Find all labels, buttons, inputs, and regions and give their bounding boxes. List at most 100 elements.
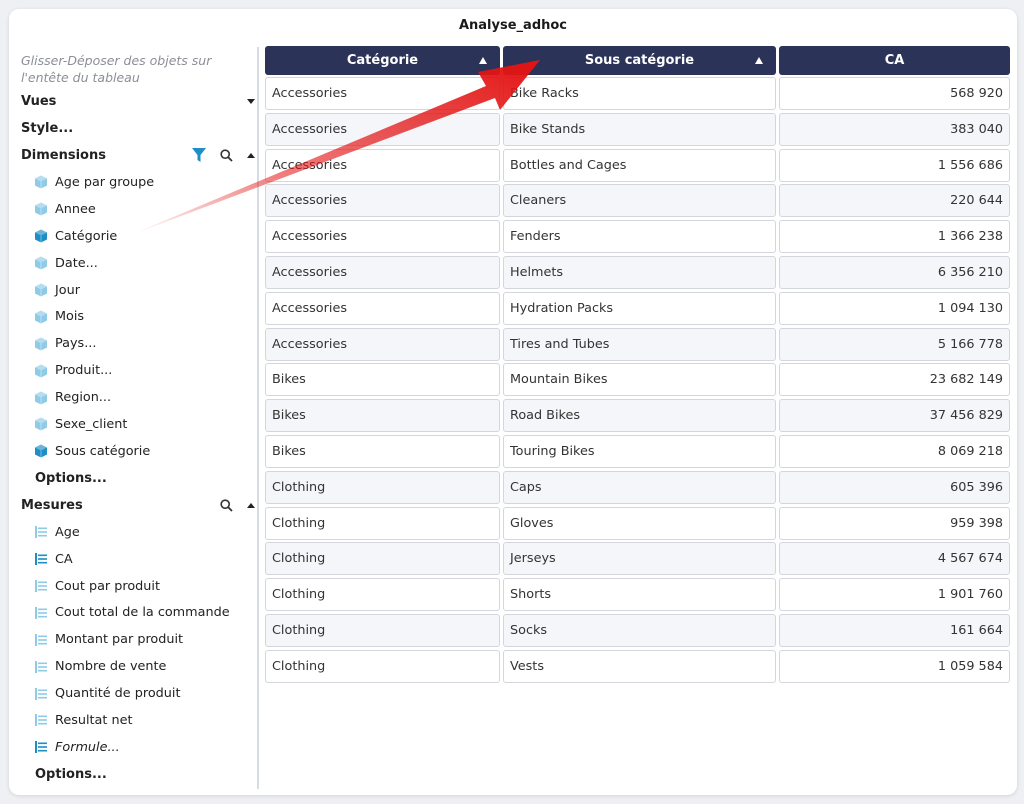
column-header-sous-categorie[interactable]: Sous catégorie <box>503 46 776 75</box>
cell-ca[interactable]: 161 664 <box>779 613 1010 647</box>
sidebar-item-label: Age par groupe <box>55 174 155 190</box>
cell-ca[interactable]: 8 069 218 <box>779 434 1010 468</box>
sidebar-item[interactable]: Jour <box>21 277 255 304</box>
sidebar-item[interactable]: Annee <box>21 196 255 223</box>
style-label: Style... <box>21 121 74 136</box>
cell-ca[interactable]: 6 356 210 <box>779 255 1010 289</box>
chevron-up-icon[interactable] <box>247 502 255 508</box>
cell-categorie[interactable]: Accessories <box>265 77 500 110</box>
cell-categorie[interactable]: Accessories <box>265 112 500 146</box>
table-row: Accessories Bike Stands 383 040 <box>265 112 1010 146</box>
section-mesures[interactable]: Mesures <box>21 492 255 519</box>
sidebar-item[interactable]: Age par groupe <box>21 169 255 196</box>
cell-categorie[interactable]: Bikes <box>265 363 500 397</box>
dimensions-options[interactable]: Options... <box>21 465 255 492</box>
sidebar-item[interactable]: Sexe_client <box>21 411 255 438</box>
cell-categorie[interactable]: Clothing <box>265 506 500 540</box>
cell-sous-categorie[interactable]: Gloves <box>503 506 776 540</box>
cell-ca[interactable]: 568 920 <box>779 77 1010 110</box>
sidebar-item[interactable]: Region... <box>21 384 255 411</box>
column-header-ca[interactable]: CA <box>779 46 1010 75</box>
cell-categorie[interactable]: Accessories <box>265 291 500 325</box>
chevron-up-icon[interactable] <box>247 153 255 158</box>
cell-sous-categorie[interactable]: Bottles and Cages <box>503 148 776 182</box>
cell-sous-categorie[interactable]: Shorts <box>503 578 776 612</box>
sidebar-item-label: Age <box>55 524 80 540</box>
mesures-label: Mesures <box>21 497 83 513</box>
cell-sous-categorie[interactable]: Fenders <box>503 220 776 254</box>
sidebar-item[interactable]: Nombre de vente <box>21 653 255 680</box>
cell-sous-categorie[interactable]: Caps <box>503 470 776 504</box>
cell-ca[interactable]: 37 456 829 <box>779 399 1010 433</box>
sidebar-item[interactable]: Montant par produit <box>21 626 255 653</box>
sidebar-item[interactable]: Pays... <box>21 330 255 357</box>
cell-sous-categorie[interactable]: Jerseys <box>503 542 776 576</box>
section-style[interactable]: Style... <box>21 115 255 142</box>
chevron-down-icon[interactable] <box>247 99 255 104</box>
cell-ca[interactable]: 959 398 <box>779 506 1010 540</box>
cell-categorie[interactable]: Bikes <box>265 399 500 433</box>
cell-categorie[interactable]: Accessories <box>265 255 500 289</box>
cell-categorie[interactable]: Clothing <box>265 613 500 647</box>
cell-sous-categorie[interactable]: Bike Stands <box>503 112 776 146</box>
column-header-categorie[interactable]: Catégorie <box>265 46 500 75</box>
cell-ca[interactable]: 5 166 778 <box>779 327 1010 361</box>
section-dimensions[interactable]: Dimensions <box>21 142 255 169</box>
cell-sous-categorie[interactable]: Vests <box>503 649 776 683</box>
cell-ca[interactable]: 1 094 130 <box>779 291 1010 325</box>
cell-sous-categorie[interactable]: Socks <box>503 613 776 647</box>
search-icon[interactable] <box>220 149 233 162</box>
cell-categorie[interactable]: Accessories <box>265 220 500 254</box>
cell-ca[interactable]: 1 901 760 <box>779 578 1010 612</box>
cell-categorie[interactable]: Clothing <box>265 542 500 576</box>
sort-ascending-icon[interactable] <box>479 57 487 64</box>
cell-categorie[interactable]: Clothing <box>265 578 500 612</box>
sidebar-item[interactable]: Formule... <box>21 734 255 761</box>
sidebar-item[interactable]: Resultat net <box>21 707 255 734</box>
cell-sous-categorie[interactable]: Hydration Packs <box>503 291 776 325</box>
sidebar-divider[interactable] <box>257 47 259 789</box>
cell-categorie[interactable]: Clothing <box>265 470 500 504</box>
cell-sous-categorie[interactable]: Road Bikes <box>503 399 776 433</box>
cell-ca[interactable]: 220 644 <box>779 184 1010 218</box>
sidebar-item-label: Sexe_client <box>55 416 128 432</box>
sidebar-item[interactable]: Cout total de la commande <box>21 599 255 626</box>
cell-sous-categorie[interactable]: Tires and Tubes <box>503 327 776 361</box>
cell-ca[interactable]: 4 567 674 <box>779 542 1010 576</box>
filter-icon[interactable] <box>192 148 206 163</box>
sidebar-item-label: Jour <box>55 282 80 298</box>
mesures-options[interactable]: Options... <box>21 761 255 788</box>
section-vues[interactable]: Vues <box>21 88 255 115</box>
sidebar-item[interactable]: Age <box>21 519 255 546</box>
cell-sous-categorie[interactable]: Helmets <box>503 255 776 289</box>
sidebar-item[interactable]: Sous catégorie <box>21 438 255 465</box>
cell-sous-categorie[interactable]: Touring Bikes <box>503 434 776 468</box>
sidebar-item[interactable]: Quantité de produit <box>21 680 255 707</box>
cell-ca[interactable]: 1 059 584 <box>779 649 1010 683</box>
cell-sous-categorie[interactable]: Cleaners <box>503 184 776 218</box>
sidebar-item[interactable]: Cout par produit <box>21 573 255 600</box>
cell-categorie[interactable]: Clothing <box>265 649 500 683</box>
sidebar-item[interactable]: Mois <box>21 303 255 330</box>
sidebar-item[interactable]: Produit... <box>21 357 255 384</box>
drag-drop-hint: Glisser-Déposer des objets sur l'entête … <box>21 53 212 85</box>
cell-ca[interactable]: 23 682 149 <box>779 363 1010 397</box>
cell-ca[interactable]: 605 396 <box>779 470 1010 504</box>
cube-icon <box>34 444 48 458</box>
sort-ascending-icon[interactable] <box>755 57 763 64</box>
cell-categorie[interactable]: Accessories <box>265 327 500 361</box>
sidebar-item[interactable]: Catégorie <box>21 223 255 250</box>
cell-categorie[interactable]: Accessories <box>265 184 500 218</box>
sidebar-item[interactable]: Date... <box>21 250 255 277</box>
cell-sous-categorie[interactable]: Bike Racks <box>503 77 776 110</box>
measure-icon <box>34 525 48 539</box>
cell-ca[interactable]: 1 366 238 <box>779 220 1010 254</box>
cell-ca[interactable]: 383 040 <box>779 112 1010 146</box>
cell-categorie[interactable]: Accessories <box>265 148 500 182</box>
search-icon[interactable] <box>220 499 233 512</box>
sidebar-item[interactable]: CA <box>21 546 255 573</box>
measure-icon <box>34 633 48 647</box>
cell-sous-categorie[interactable]: Mountain Bikes <box>503 363 776 397</box>
cell-categorie[interactable]: Bikes <box>265 434 500 468</box>
cell-ca[interactable]: 1 556 686 <box>779 148 1010 182</box>
